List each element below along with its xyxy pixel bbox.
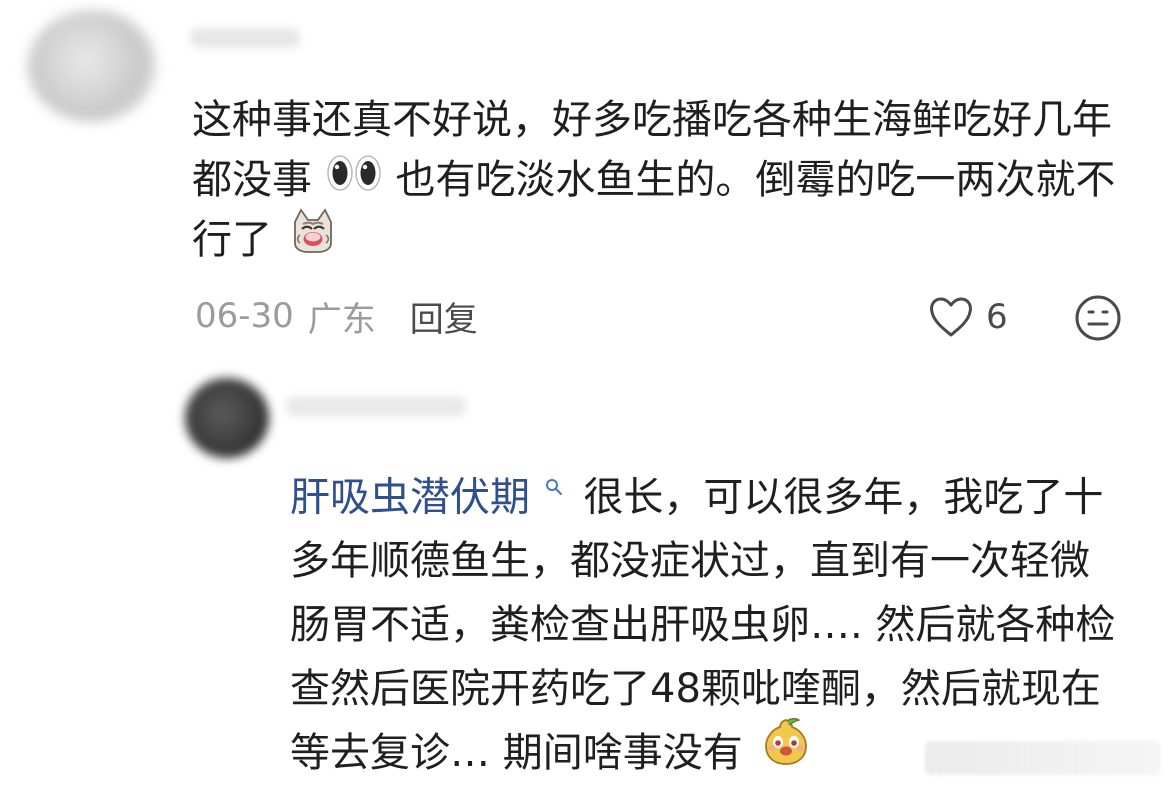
comment-region: 广东 (307, 299, 376, 340)
reply-username-blurred[interactable] (286, 396, 466, 416)
comment-meta: 06-30 广东 回复 (195, 292, 478, 340)
meh-face-icon (1074, 295, 1122, 346)
search-keyword-link[interactable]: 肝吸虫潜伏期 (290, 474, 530, 520)
like-button[interactable]: 6 (928, 293, 1008, 341)
username-blurred[interactable] (190, 28, 300, 48)
comment-date: 06-30 (195, 296, 294, 336)
pear-face-emoji-icon (759, 717, 813, 785)
reaction-button[interactable] (1074, 294, 1122, 342)
like-count: 6 (986, 297, 1008, 337)
heart-icon (928, 296, 974, 338)
user-avatar[interactable] (28, 10, 156, 122)
reply-body: 肝吸虫潜伏期 很长，可以很多年，我吃了十多年顺德鱼生，都没症状过，直到有一次轻微… (290, 451, 1125, 785)
crying-cat-emoji-icon (287, 206, 339, 271)
search-icon[interactable] (545, 451, 563, 515)
comment-body: 这种事还真不好说，好多吃播吃各种生海鲜吃好几年都没事 也有吃淡水鱼生的。倒霉的吃… (192, 90, 1127, 271)
eyes-emoji-icon (326, 149, 382, 209)
watermark-blurred (925, 741, 1161, 775)
reply-button[interactable]: 回复 (410, 292, 478, 341)
comment-thread: 这种事还真不好说，好多吃播吃各种生海鲜吃好几年都没事 也有吃淡水鱼生的。倒霉的吃… (0, 0, 1170, 785)
reply-user-avatar[interactable] (185, 378, 269, 458)
